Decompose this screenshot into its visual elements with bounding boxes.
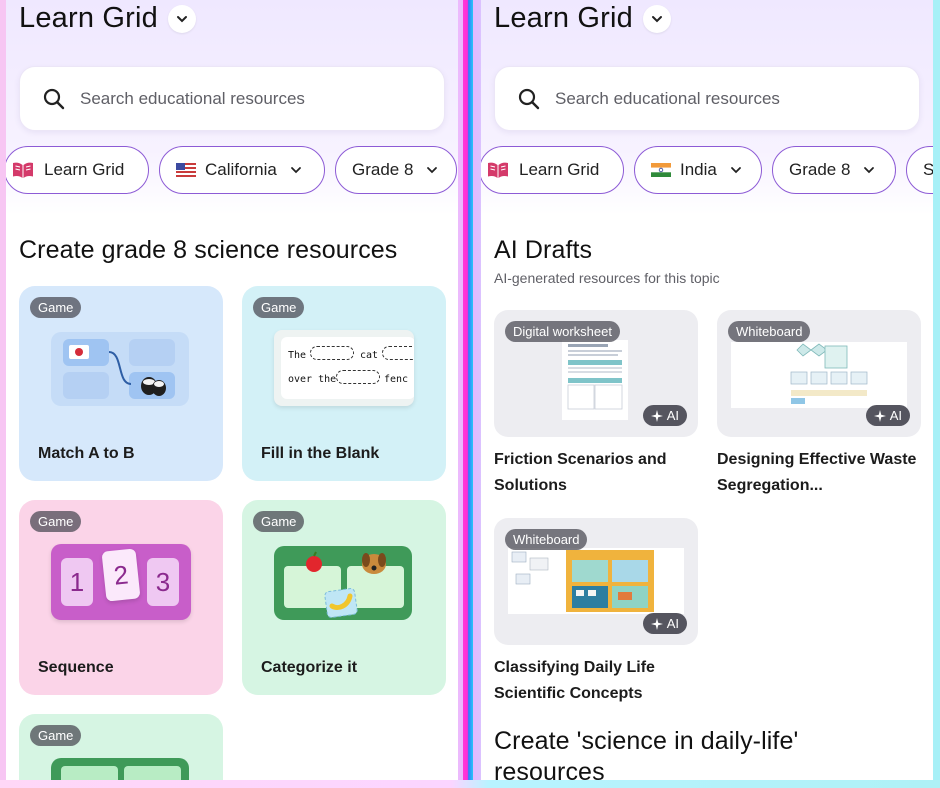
ai-drafts-subtitle: AI-generated resources for this topic <box>494 270 720 286</box>
chevron-down-icon <box>652 15 663 22</box>
search-input[interactable]: Search educational resources <box>494 66 920 131</box>
sparkle-icon <box>650 617 663 630</box>
game-badge: Game <box>253 297 305 318</box>
fill-text: cat <box>360 350 379 361</box>
categorize-illustration <box>274 546 412 620</box>
match-illustration <box>51 332 189 406</box>
left-panel: Learn Grid Search educational resources … <box>6 0 458 788</box>
fill-text: fenc <box>384 374 409 385</box>
chip-label: India <box>680 160 717 179</box>
india-flag-icon <box>651 163 671 177</box>
search-icon <box>518 88 540 109</box>
card-label: Sequence <box>38 659 114 676</box>
ai-badge: AI <box>642 613 687 634</box>
sequence-digit: 3 <box>147 558 179 606</box>
sequence-illustration: 1 2 3 <box>51 544 191 620</box>
ai-label: AI <box>666 408 679 423</box>
card-fill-in-the-blank[interactable]: Game The cat over the fenc Fill in the B… <box>242 286 446 481</box>
game-badge: Game <box>30 511 82 532</box>
draft-card-worksheet[interactable]: Digital worksheet AI <box>494 310 698 437</box>
chevron-down-icon <box>864 167 875 174</box>
app-title: Learn Grid <box>19 2 159 34</box>
ai-label: AI <box>666 616 679 631</box>
chip-grade[interactable]: Grade 8 <box>772 146 896 194</box>
chip-label: Grade 8 <box>352 160 414 179</box>
chip-subject[interactable]: S <box>906 146 933 194</box>
filter-chips: Learn Grid California Grade 8 <box>6 146 457 194</box>
fill-blank-illustration: The cat over the fenc <box>274 330 414 406</box>
chip-label: Learn Grid <box>44 160 125 179</box>
card-match-a-to-b[interactable]: Game Match A to B <box>19 286 223 481</box>
card-label: Match A to B <box>38 445 135 462</box>
chip-region[interactable]: California <box>159 146 325 194</box>
worksheet-thumbnail <box>562 340 628 420</box>
ai-badge: AI <box>642 405 687 426</box>
chip-label: S <box>923 160 933 179</box>
section-title: Create grade 8 science resources <box>19 236 398 264</box>
filter-chips: Learn Grid India Grade 8 S <box>481 146 933 194</box>
game-badge: Game <box>30 297 82 318</box>
search-input[interactable]: Search educational resources <box>19 66 445 131</box>
card-categorize-it[interactable]: Game Categorize it <box>242 500 446 695</box>
chevron-down-icon <box>177 15 188 22</box>
search-placeholder: Search educational resources <box>80 88 305 108</box>
sparkle-icon <box>650 409 663 422</box>
game-badge: Game <box>253 511 305 532</box>
draft-title[interactable]: Designing Effective Waste Segregation... <box>717 447 921 499</box>
draft-card-whiteboard-2[interactable]: Whiteboard AI <box>494 518 698 645</box>
chevron-down-icon <box>730 167 741 174</box>
chip-label: Learn Grid <box>519 160 600 179</box>
chevron-down-icon <box>427 167 438 174</box>
app-header: Learn Grid <box>19 2 197 35</box>
book-icon <box>488 162 508 178</box>
whiteboard-thumbnail <box>508 548 684 614</box>
chip-learn-grid[interactable]: Learn Grid <box>6 146 149 194</box>
whiteboard-thumbnail <box>731 342 907 408</box>
right-panel: Learn Grid Search educational resources … <box>481 0 933 788</box>
card-game-partial[interactable]: Game <box>19 714 223 788</box>
app-header: Learn Grid <box>494 2 672 35</box>
search-placeholder: Search educational resources <box>555 88 780 108</box>
panel-divider <box>463 0 473 788</box>
fill-text: over the <box>288 374 337 385</box>
chip-learn-grid[interactable]: Learn Grid <box>481 146 624 194</box>
card-label: Categorize it <box>261 659 358 676</box>
chip-region[interactable]: India <box>634 146 762 194</box>
search-icon <box>43 88 65 109</box>
type-badge: Whiteboard <box>505 529 588 550</box>
draft-card-whiteboard[interactable]: Whiteboard AI <box>717 310 921 437</box>
card-sequence[interactable]: Game 1 2 3 Sequence <box>19 500 223 695</box>
title-dropdown-button[interactable] <box>168 4 197 33</box>
ai-label: AI <box>889 408 902 423</box>
draft-title[interactable]: Classifying Daily Life Scientific Concep… <box>494 655 698 707</box>
chip-label: California <box>205 160 277 179</box>
game-badge: Game <box>30 725 82 746</box>
draft-title[interactable]: Friction Scenarios and Solutions <box>494 447 698 499</box>
frame-edge <box>933 0 940 788</box>
frame-bottom <box>0 780 940 788</box>
chip-grade[interactable]: Grade 8 <box>335 146 457 194</box>
chip-label: Grade 8 <box>789 160 851 179</box>
us-flag-icon <box>176 163 196 177</box>
app-title: Learn Grid <box>494 2 634 34</box>
title-dropdown-button[interactable] <box>643 4 672 33</box>
section-title: Create 'science in daily-life' resources <box>494 727 799 786</box>
sparkle-icon <box>873 409 886 422</box>
card-label: Fill in the Blank <box>261 445 380 462</box>
type-badge: Digital worksheet <box>505 321 620 342</box>
chevron-down-icon <box>290 167 301 174</box>
book-icon <box>13 162 33 178</box>
sequence-digit: 1 <box>61 558 93 606</box>
fill-text: The <box>288 350 307 361</box>
ai-badge: AI <box>865 405 910 426</box>
ai-drafts-title: AI Drafts <box>494 236 593 264</box>
type-badge: Whiteboard <box>728 321 811 342</box>
sequence-digit: 2 <box>101 548 141 602</box>
